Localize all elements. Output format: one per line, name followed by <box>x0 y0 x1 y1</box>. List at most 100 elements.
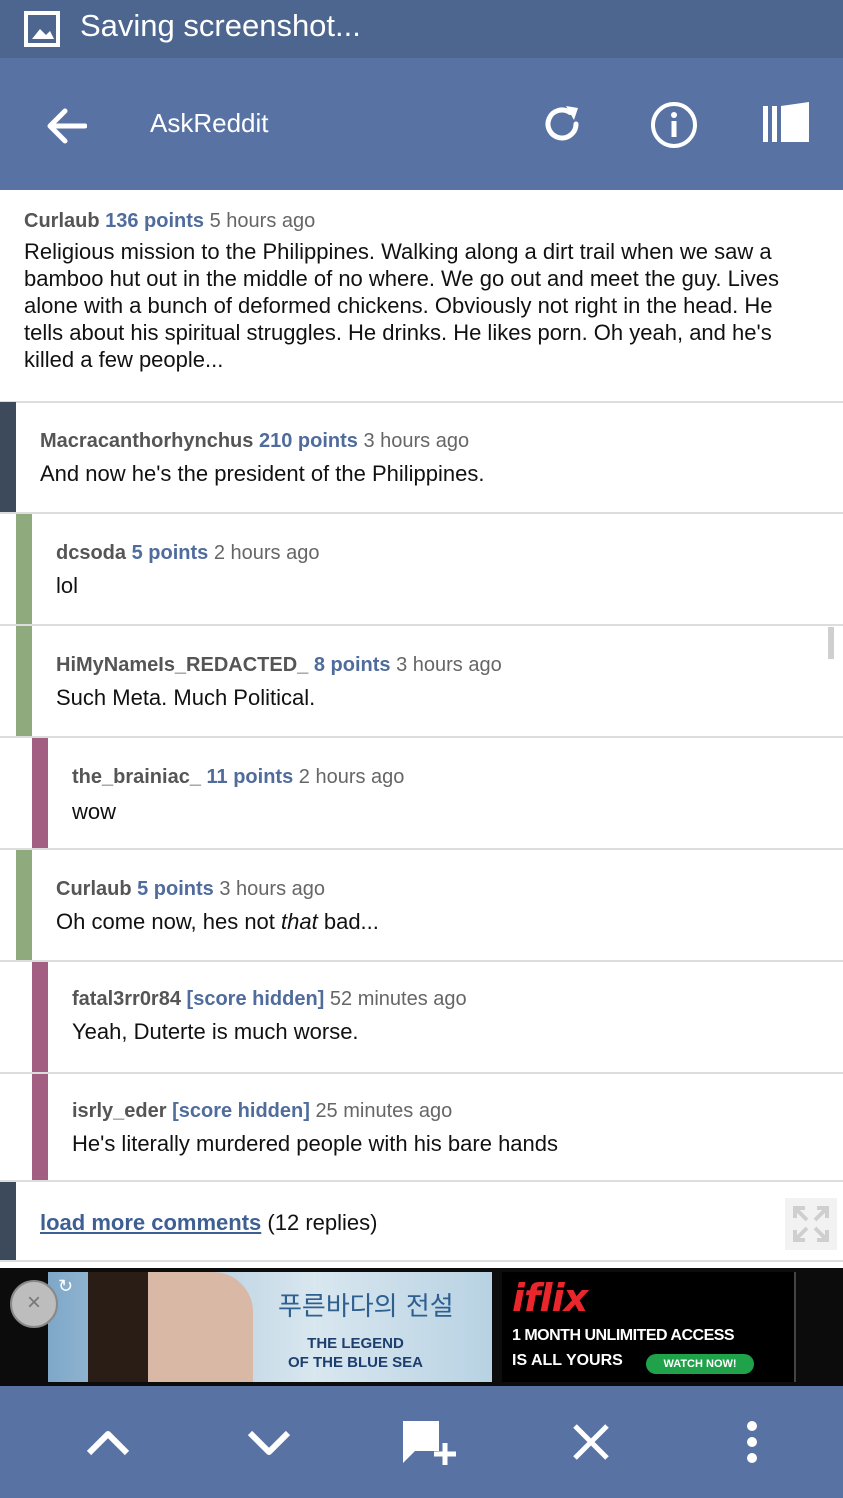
fullscreen-icon <box>793 1206 829 1242</box>
ad-hair-illustration <box>88 1272 148 1382</box>
comment-age: 2 hours ago <box>298 766 405 788</box>
ad-line-1: 1 MONTH UNLIMITED ACCESS <box>512 1327 735 1344</box>
comment-points: 210 points <box>258 430 358 452</box>
scrollbar-thumb[interactable] <box>828 627 834 659</box>
more-vertical-icon <box>747 1421 757 1463</box>
subreddit-title: AskReddit <box>150 108 269 138</box>
load-more-text: load more comments (12 replies) <box>40 1210 377 1236</box>
comment-author[interactable]: Curlaub <box>56 878 132 900</box>
ad-text-panel: iflix 1 MONTH UNLIMITED ACCESS IS ALL YO… <box>502 1272 796 1382</box>
image-icon <box>24 11 60 52</box>
ad-brand-logo: iflix <box>512 1276 588 1320</box>
comment-points: 11 points <box>206 766 294 788</box>
thread-depth-bar <box>16 514 32 624</box>
load-more-row: load more comments (12 replies) <box>0 1182 843 1262</box>
comment-age: 3 hours ago <box>396 654 502 676</box>
ad-script-title: 푸른바다의 전설 <box>278 1292 454 1322</box>
comment-body: Yeah, Duterte is much worse. <box>72 1019 359 1044</box>
ad-choice-icon[interactable]: ↻ <box>58 1276 73 1297</box>
status-bar: Saving screenshot... <box>0 0 843 58</box>
comment-body-text: bad... <box>317 909 379 934</box>
comment[interactable]: Curlaub 5 points 3 hours ago Oh come now… <box>0 850 843 962</box>
previous-button[interactable] <box>78 1416 138 1468</box>
thread-depth-bar <box>32 962 48 1072</box>
more-options-button[interactable] <box>722 1416 782 1468</box>
comment[interactable]: HiMyNameIs_REDACTED_ 8 points 3 hours ag… <box>0 626 843 738</box>
ad-watch-button[interactable]: WATCH NOW! <box>646 1354 754 1374</box>
comment-age: 5 hours ago <box>209 210 316 232</box>
thread-depth-bar <box>16 626 32 736</box>
comment-body: wow <box>72 799 117 824</box>
comment-author[interactable]: isrly_eder <box>72 1100 167 1122</box>
ad-close-button[interactable]: × <box>10 1280 58 1328</box>
next-button[interactable] <box>239 1416 299 1468</box>
load-more-count: (12 replies) <box>267 1210 378 1235</box>
comment-age: 25 minutes ago <box>315 1100 453 1122</box>
comment-meta: Curlaub 136 points 5 hours ago <box>24 210 315 233</box>
app-toolbar: AskReddit <box>0 58 843 190</box>
comment-meta: Macracanthorhynchus 210 points 3 hours a… <box>40 430 469 453</box>
thread-depth-bar <box>0 402 16 512</box>
arrow-left-icon <box>47 108 87 144</box>
comment-author[interactable]: HiMyNameIs_REDACTED_ <box>56 654 308 676</box>
expand-button[interactable] <box>785 1198 837 1250</box>
info-button[interactable] <box>647 98 701 152</box>
close-button[interactable] <box>561 1416 621 1468</box>
ad-image: 푸른바다의 전설 THE LEGEND OF THE BLUE SEA <box>48 1272 492 1382</box>
comment-age: 3 hours ago <box>363 430 470 452</box>
library-icon <box>763 102 809 142</box>
back-button[interactable] <box>40 100 92 152</box>
comment-list: Curlaub 136 points 5 hours ago Religious… <box>0 190 843 1268</box>
comment-meta: fatal3rr0r84 [score hidden] 52 minutes a… <box>72 988 467 1011</box>
ad-show-title: THE LEGEND OF THE BLUE SEA <box>288 1334 423 1372</box>
ad-title-line: OF THE BLUE SEA <box>288 1354 424 1371</box>
add-comment-button[interactable] <box>400 1416 460 1468</box>
close-icon: × <box>26 1289 41 1316</box>
comment-body: Oh come now, hes not that bad... <box>56 908 803 935</box>
refresh-icon <box>545 106 579 141</box>
comment-author[interactable]: the_brainiac_ <box>72 766 201 788</box>
comment[interactable]: Macracanthorhynchus 210 points 3 hours a… <box>0 402 843 514</box>
comment[interactable]: the_brainiac_ 11 points 2 hours ago wow <box>0 738 843 850</box>
comment-body: Religious mission to the Philippines. Wa… <box>24 239 779 372</box>
comment-author[interactable]: Curlaub <box>24 210 100 232</box>
comment-points: 5 points <box>131 542 209 564</box>
load-more-link[interactable]: load more comments <box>40 1210 261 1235</box>
comment-points: 8 points <box>313 654 391 676</box>
comment-points: [score hidden] <box>186 988 325 1010</box>
comment-author[interactable]: dcsoda <box>56 542 126 564</box>
comment-author[interactable]: Macracanthorhynchus <box>40 430 253 452</box>
ad-banner[interactable]: 푸른바다의 전설 THE LEGEND OF THE BLUE SEA ifli… <box>0 1268 843 1386</box>
comment-meta: isrly_eder [score hidden] 25 minutes ago <box>72 1100 452 1123</box>
comment-meta: HiMyNameIs_REDACTED_ 8 points 3 hours ag… <box>56 654 502 677</box>
comment-points: [score hidden] <box>172 1100 310 1122</box>
comment-meta: dcsoda 5 points 2 hours ago <box>56 542 319 565</box>
comment-body: He's literally murdered people with his … <box>72 1131 559 1156</box>
status-text: Saving screenshot... <box>80 8 361 43</box>
thread-depth-bar <box>0 1182 16 1260</box>
comment[interactable]: isrly_eder [score hidden] 25 minutes ago… <box>0 1074 843 1182</box>
comment-body: lol <box>56 573 79 598</box>
comment[interactable]: Curlaub 136 points 5 hours ago Religious… <box>0 190 843 403</box>
comment-body: And now he's the president of the Philip… <box>40 461 485 486</box>
comment-age: 3 hours ago <box>219 878 325 900</box>
thread-depth-bar <box>16 850 32 960</box>
ad-title-line: THE LEGEND <box>307 1335 404 1352</box>
thread-depth-bar <box>32 1074 48 1180</box>
comment[interactable]: dcsoda 5 points 2 hours ago lol <box>0 514 843 626</box>
comment-points: 5 points <box>137 878 214 900</box>
comment-age: 2 hours ago <box>213 542 320 564</box>
comment[interactable]: fatal3rr0r84 [score hidden] 52 minutes a… <box>0 962 843 1074</box>
thread-depth-bar <box>32 738 48 848</box>
ad-line-2: IS ALL YOURS <box>512 1352 623 1369</box>
chevron-down-icon <box>247 1430 291 1455</box>
sidebar-button[interactable] <box>758 98 814 150</box>
comment-meta: Curlaub 5 points 3 hours ago <box>56 878 325 901</box>
close-icon <box>573 1424 609 1460</box>
comment-body: Such Meta. Much Political. <box>56 685 316 710</box>
add-comment-icon <box>403 1421 456 1465</box>
comment-body-emphasis: that <box>281 909 318 934</box>
refresh-button[interactable] <box>536 98 588 150</box>
comment-author[interactable]: fatal3rr0r84 <box>72 988 181 1010</box>
info-icon <box>651 102 697 148</box>
